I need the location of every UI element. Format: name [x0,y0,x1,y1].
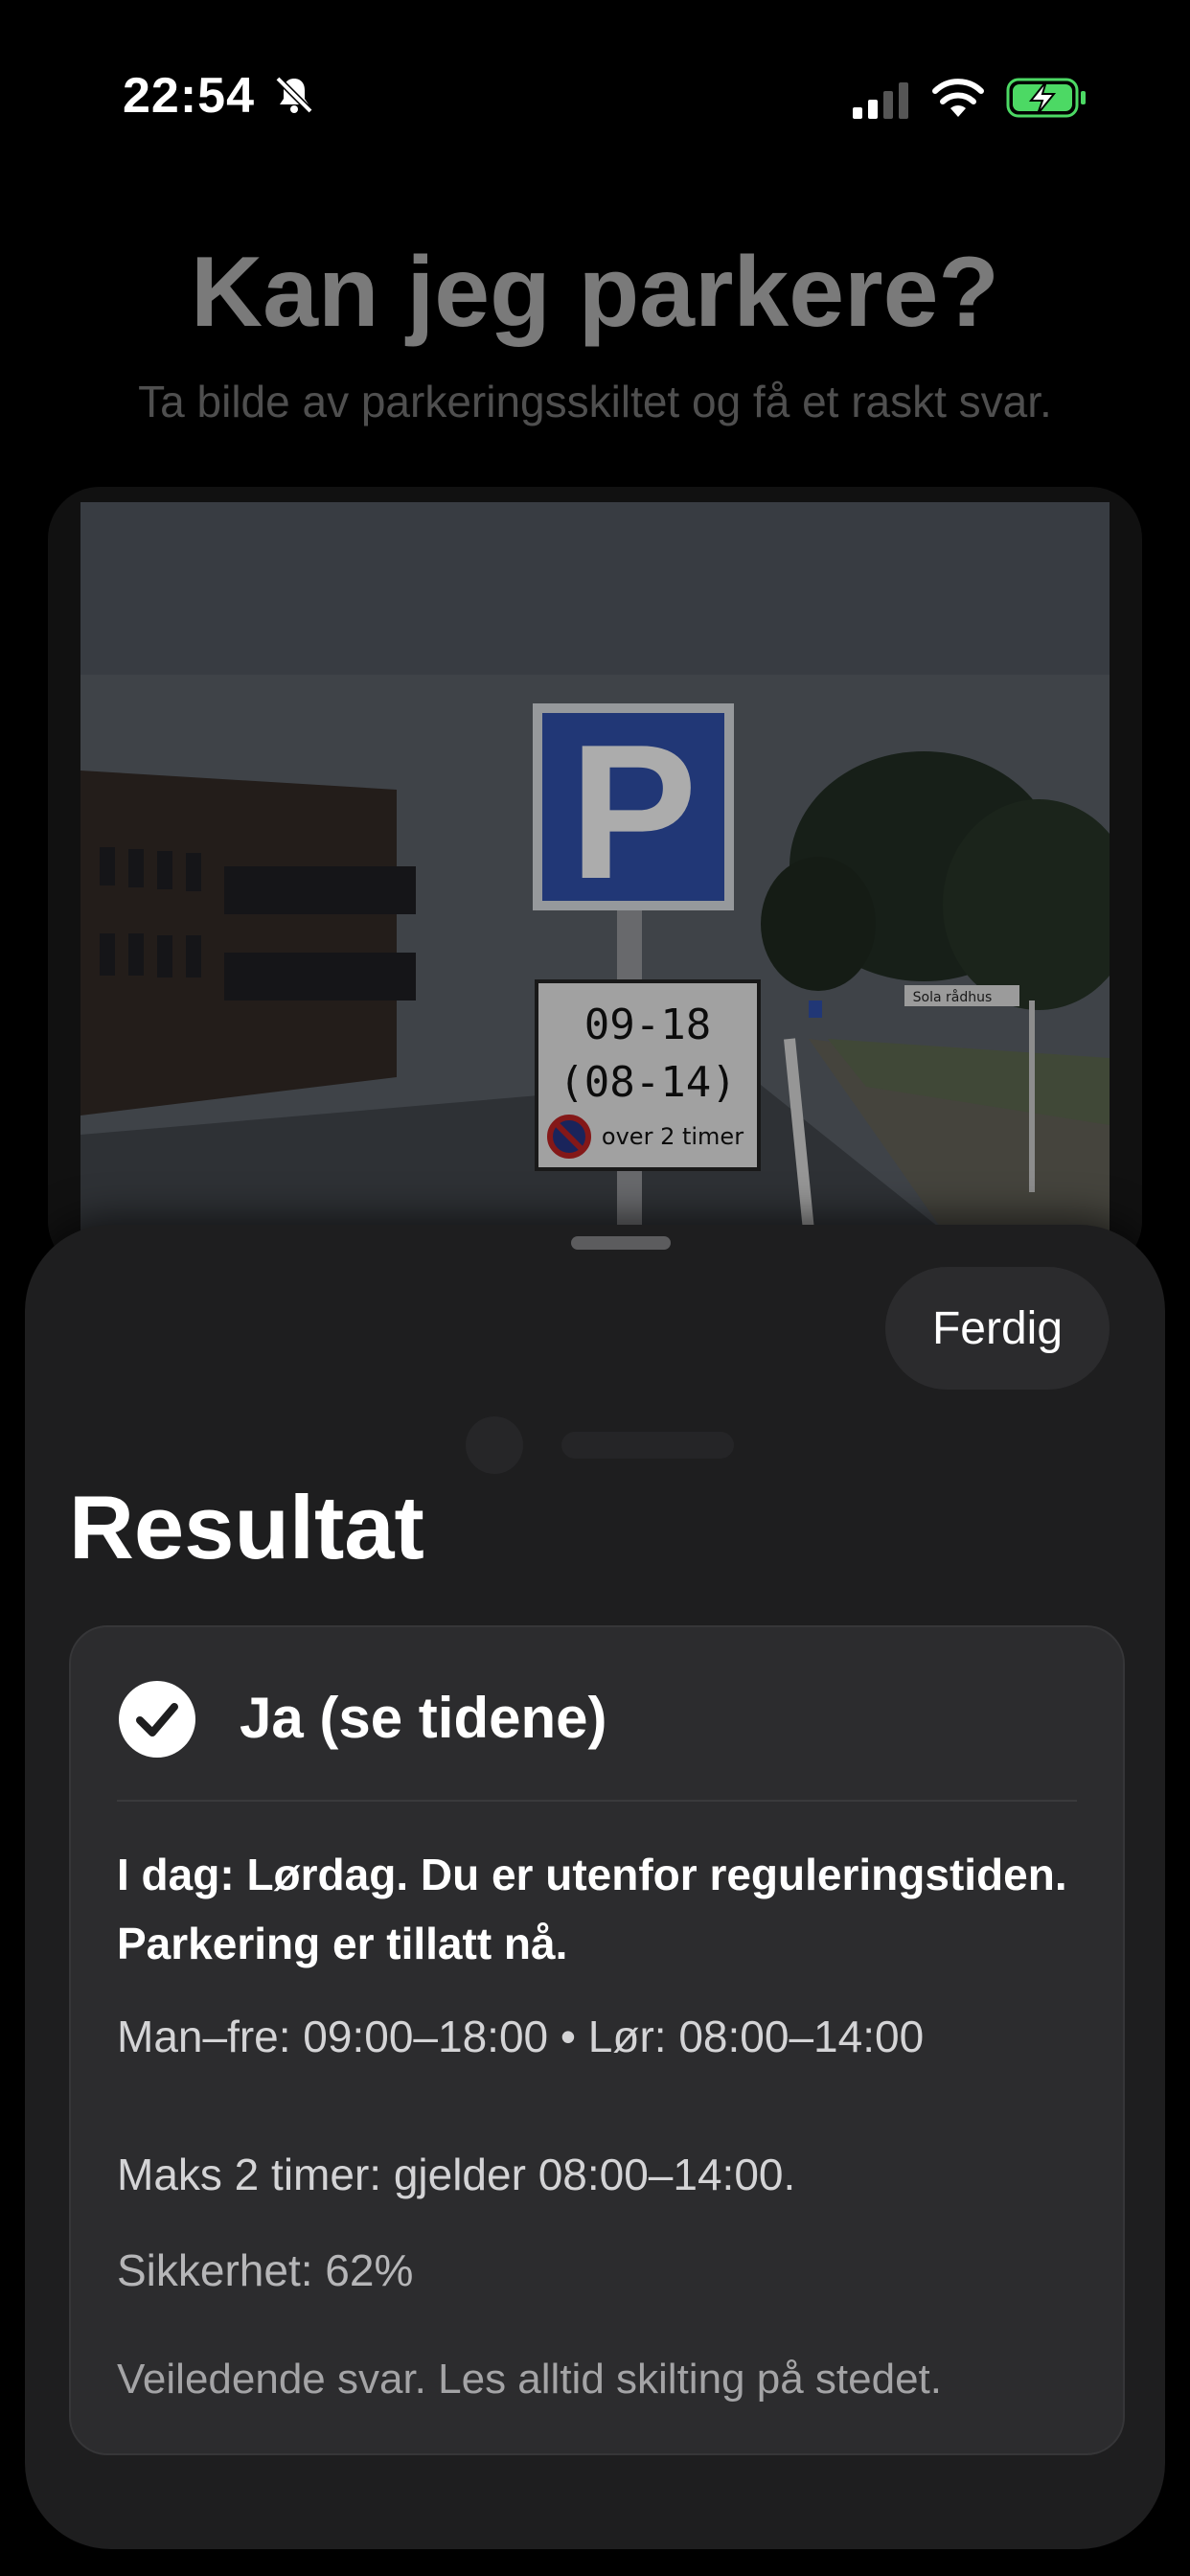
parking-sign-photo: P 09-18 (08-14) over 2 timer Sola rådhus [80,502,1110,1230]
time-limit: Maks 2 timer: gjelder 08:00–14:00. [117,2150,796,2199]
checkmark-circle-icon [119,1681,195,1758]
cellular-signal-icon [853,82,908,119]
result-title: Resultat [69,1477,424,1577]
status-bar: 22:54 [0,0,1190,192]
regulation-hours: Man–fre: 09:00–18:00 • Lør: 08:00–14:00 [117,2012,925,2061]
status-time: 22:54 [123,68,255,124]
bell-slash-icon [275,76,313,114]
divider [117,1800,1077,1802]
wifi-icon [932,79,984,117]
battery-charging-icon [1006,78,1086,118]
blurred-background-item [466,1416,753,1474]
result-sheet: Ferdig Resultat Ja (se tidene) I dag: Lø… [25,1225,1165,2549]
done-button[interactable]: Ferdig [885,1267,1110,1390]
sheet-grabber[interactable] [571,1236,671,1250]
page-subtitle: Ta bilde av parkeringsskiltet og få et r… [138,377,1052,426]
page-title: Kan jeg parkere? [191,237,999,348]
result-answer: Ja (se tidene) [240,1686,607,1750]
result-explanation: I dag: Lørdag. Du er utenfor regulerings… [117,1850,1067,1968]
disclaimer: Veiledende svar. Les alltid skilting på … [117,2356,942,2403]
confidence-value: Sikkerhet: 62% [117,2245,414,2295]
result-card: Ja (se tidene) I dag: Lørdag. Du er uten… [69,1625,1125,2455]
